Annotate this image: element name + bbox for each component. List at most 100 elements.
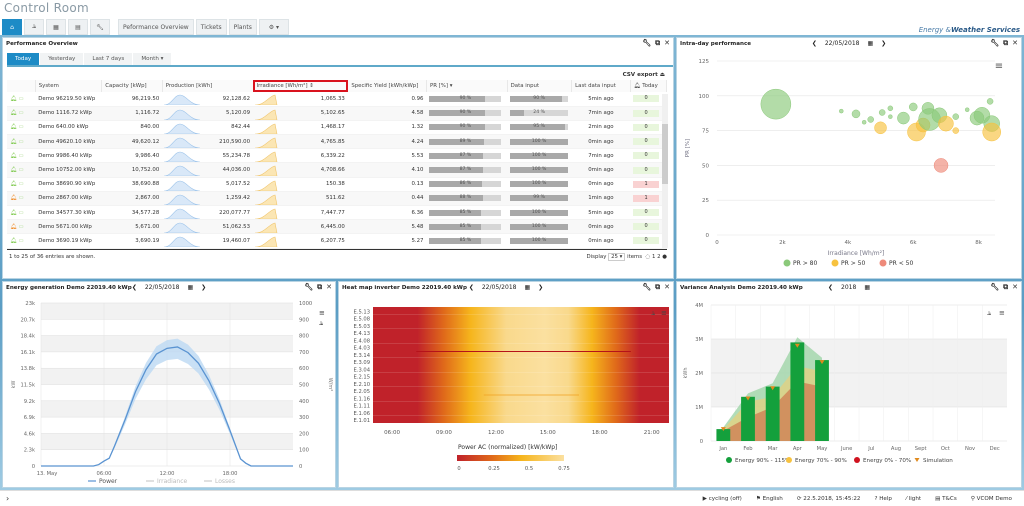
ticket-icon[interactable]: ▭: [19, 124, 24, 130]
bell-icon[interactable]: 🔔︎: [10, 153, 17, 159]
tickets-button[interactable]: Tickets: [195, 19, 227, 35]
table-row[interactable]: 🔔︎ ▭ Demo 1116.72 kWp 1,116.72 5,120.09 …: [7, 106, 667, 121]
calendar-icon[interactable]: ▦: [187, 284, 193, 291]
theme-toggle[interactable]: ⁄ light: [906, 496, 921, 502]
close-icon[interactable]: ✕: [664, 283, 670, 292]
table-row[interactable]: 🔔︎ ▭ Demo 2867.00 kWp 2,867.00 1,259.42 …: [7, 191, 667, 207]
bell-icon[interactable]: 🔔︎: [10, 124, 17, 130]
col-production[interactable]: Production [kWh]: [162, 80, 254, 92]
table-row[interactable]: 🔔︎ ▭ Demo 640.00 kWp 840.00 842.44 1,468…: [7, 120, 667, 136]
ticket-icon[interactable]: ▭: [19, 96, 24, 102]
col-system[interactable]: System: [35, 80, 103, 92]
next-date-button[interactable]: ❯: [881, 40, 886, 47]
language-selector[interactable]: ⚑ English: [756, 496, 783, 502]
wrench-icon[interactable]: 🔧︎: [990, 39, 999, 48]
col-capacity[interactable]: Capacity [kWp]: [101, 80, 163, 92]
ticket-icon[interactable]: ▭: [19, 139, 24, 145]
wrench-icon[interactable]: 🔧︎: [990, 283, 999, 292]
system-name[interactable]: Demo 49620.10 kWp: [35, 134, 102, 150]
system-name[interactable]: Demo 1116.72 kWp: [35, 106, 102, 121]
next-date-button[interactable]: ❯: [538, 284, 543, 291]
table-row[interactable]: 🔔︎ ▭ Demo 3690.19 kWp 3,690.19 19,460.07…: [7, 233, 667, 249]
calendar-button[interactable]: ▦: [46, 19, 66, 35]
tab-yesterday[interactable]: Yesterday: [40, 53, 85, 65]
table-row[interactable]: 🔔︎ ▭ Demo 49620.10 kWp 49,620.12 210,590…: [7, 134, 667, 150]
popout-icon[interactable]: ⧉: [317, 283, 322, 292]
bell-icon[interactable]: 🔔︎: [10, 210, 17, 216]
table-row[interactable]: 🔔︎ ▭ Demo 9986.40 kWp 9,986.40 55,234.78…: [7, 148, 667, 164]
ticket-icon[interactable]: ▭: [19, 167, 24, 173]
popout-icon[interactable]: ⧉: [655, 39, 660, 48]
user-menu[interactable]: ⚲ VCOM Demo: [971, 496, 1012, 502]
today-badge[interactable]: 0: [633, 138, 660, 146]
csv-export-button[interactable]: CSV export ⏏: [3, 67, 673, 80]
bell-icon[interactable]: 🔔︎: [10, 195, 17, 201]
system-name[interactable]: Demo 5671.00 kWp: [35, 219, 102, 235]
tab-last-7-days[interactable]: Last 7 days: [84, 53, 134, 65]
today-badge[interactable]: 1: [633, 194, 660, 202]
ticket-icon[interactable]: ▭: [19, 195, 24, 201]
page-numbers[interactable]: 1 2: [652, 254, 661, 260]
table-row[interactable]: 🔔︎ ▭ Demo 5671.00 kWp 5,671.00 51,062.53…: [7, 219, 667, 235]
bell-icon[interactable]: 🔔︎: [10, 110, 17, 116]
table-row[interactable]: 🔔︎ ▭ Demo 38690.90 kWp 38,690.88 5,017.5…: [7, 177, 667, 192]
ticket-icon[interactable]: ▭: [19, 238, 24, 244]
cycling-toggle[interactable]: ▶ cycling (off): [703, 496, 742, 502]
ticket-icon[interactable]: ▭: [19, 110, 24, 116]
bell-icon[interactable]: 🔔︎: [10, 96, 17, 102]
close-icon[interactable]: ✕: [1012, 283, 1018, 292]
ticket-icon[interactable]: ▭: [19, 181, 24, 187]
table-row[interactable]: 🔔︎ ▭ Demo 96219.50 kWp 96,219.50 92,128.…: [7, 92, 667, 107]
prev-page-button[interactable]: ◌: [646, 254, 651, 260]
expand-sidebar-button[interactable]: ›: [6, 494, 9, 503]
system-name[interactable]: Demo 3690.19 kWp: [35, 233, 102, 249]
table-row[interactable]: 🔔︎ ▭ Demo 10752.00 kWp 10,752.00 44,036.…: [7, 162, 667, 178]
bell-icon[interactable]: 🔔︎: [10, 181, 17, 187]
tab-month[interactable]: Month ▾: [133, 53, 173, 65]
system-name[interactable]: Demo 10752.00 kWp: [35, 162, 102, 178]
plants-button[interactable]: Plants: [228, 19, 257, 35]
wrench-icon[interactable]: 🔧︎: [642, 283, 651, 292]
close-icon[interactable]: ✕: [326, 283, 332, 292]
col-specific-yield[interactable]: Specific Yield [kWh/kWp]: [347, 80, 427, 92]
popout-icon[interactable]: ⧉: [1003, 39, 1008, 48]
close-icon[interactable]: ✕: [1012, 39, 1018, 48]
today-badge[interactable]: 0: [633, 237, 660, 245]
prev-date-button[interactable]: ❮: [812, 40, 817, 47]
system-name[interactable]: Demo 38690.90 kWp: [35, 177, 102, 192]
bell-icon[interactable]: 🔔︎: [10, 139, 17, 145]
bell-icon[interactable]: 🔔︎: [10, 224, 17, 230]
col-today[interactable]: 🔔︎ Today: [630, 80, 668, 92]
calendar-icon[interactable]: ▦: [864, 284, 870, 291]
wrench-button[interactable]: 🔧︎: [90, 19, 110, 35]
popout-icon[interactable]: ⧉: [655, 283, 660, 292]
bell-icon[interactable]: 🔔︎: [10, 167, 17, 173]
refresh-timestamp[interactable]: ⟳ 22.5.2018, 15:45:22: [797, 496, 861, 502]
col-last-data-input[interactable]: Last data input: [571, 80, 631, 92]
prev-year-button[interactable]: ❮: [828, 284, 833, 291]
today-badge[interactable]: 0: [633, 123, 660, 131]
system-name[interactable]: Demo 34577.30 kWp: [35, 205, 102, 221]
calendar-icon[interactable]: ▦: [524, 284, 530, 291]
prev-date-button[interactable]: ❮: [469, 284, 474, 291]
wrench-icon[interactable]: 🔧︎: [642, 39, 651, 48]
ticket-icon[interactable]: ▭: [19, 153, 24, 159]
col-irradiance[interactable]: Irradiance [Wh/m²] ⇕: [253, 80, 349, 92]
document-button[interactable]: ▤: [68, 19, 88, 35]
system-name[interactable]: Demo 2867.00 kWp: [35, 191, 102, 207]
system-name[interactable]: Demo 640.00 kWp: [35, 120, 102, 136]
system-name[interactable]: Demo 96219.50 kWp: [35, 92, 102, 107]
settings-dropdown[interactable]: ⚙ ▾: [258, 19, 289, 35]
today-badge[interactable]: 0: [633, 209, 660, 217]
today-badge[interactable]: 0: [633, 166, 660, 174]
today-badge[interactable]: 0: [633, 95, 660, 103]
popout-icon[interactable]: ⧉: [1003, 283, 1008, 292]
today-badge[interactable]: 1: [633, 180, 660, 188]
terms-link[interactable]: ▤ T&Cs: [935, 496, 957, 502]
today-badge[interactable]: 0: [633, 223, 660, 231]
next-date-button[interactable]: ❯: [201, 284, 206, 291]
col-data-input[interactable]: Data input: [507, 80, 573, 92]
page-size-select[interactable]: 25 ▾: [608, 252, 626, 261]
help-link[interactable]: ? Help: [874, 496, 892, 502]
col-pr[interactable]: PR [%] ▾: [426, 80, 508, 92]
